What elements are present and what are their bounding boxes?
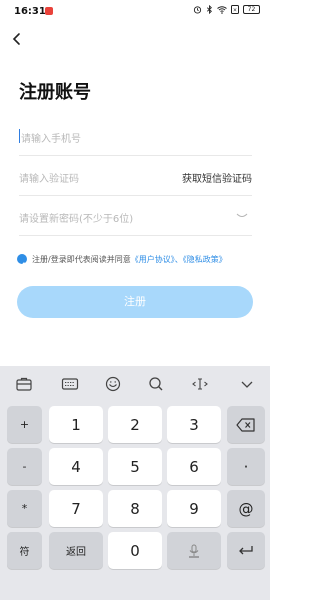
register-button[interactable]: 注册 [17, 286, 253, 318]
status-bar: 16:31 × 72 [0, 0, 270, 24]
check-icon [19, 262, 25, 267]
key-plus[interactable]: + [7, 406, 42, 443]
search-icon[interactable] [147, 376, 165, 392]
sim-icon: × [231, 5, 239, 14]
agreement-prefix: 注册/登录即代表阅读并同意 [32, 255, 131, 264]
emoji-icon[interactable] [104, 376, 122, 392]
keyboard-toolbar [0, 366, 270, 402]
microphone-icon [189, 544, 199, 557]
bluetooth-icon [206, 5, 212, 14]
key-multiply[interactable]: * [7, 490, 42, 527]
svg-text:×: × [233, 8, 237, 14]
app-notification-icon [45, 7, 53, 15]
password-placeholder: 请设置新密码(不少于6位) [19, 214, 134, 225]
code-field[interactable]: 请输入验证码 获取短信验证码 [19, 156, 252, 196]
cursor-move-icon[interactable] [191, 376, 209, 392]
agreement-text: 注册/登录即代表阅读并同意《用户协议》、《隐私政策》 [32, 254, 227, 265]
key-5[interactable]: 5 [108, 448, 162, 485]
key-0[interactable]: 0 [108, 532, 162, 569]
key-voice[interactable] [167, 532, 221, 569]
key-minus[interactable]: - [7, 448, 42, 485]
key-1[interactable]: 1 [49, 406, 103, 443]
password-field[interactable]: 请设置新密码(不少于6位) [19, 196, 252, 236]
agreement-row: 注册/登录即代表阅读并同意《用户协议》、《隐私政策》 [17, 253, 257, 267]
agree-checkbox[interactable] [17, 254, 27, 267]
key-7[interactable]: 7 [49, 490, 103, 527]
alarm-icon [193, 6, 202, 14]
key-dot[interactable]: · [227, 448, 265, 485]
key-back[interactable]: 返回 [49, 532, 103, 569]
key-3[interactable]: 3 [167, 406, 221, 443]
key-backspace[interactable] [227, 406, 265, 443]
privacy-policy-link[interactable]: 《隐私政策》 [183, 255, 227, 264]
chevron-down-icon[interactable] [238, 376, 256, 392]
numeric-keyboard: + 1 2 3 - 4 5 6 · * 7 8 9 @ / 符 返回 0 [0, 366, 270, 600]
key-at[interactable]: @ [227, 490, 265, 527]
user-agreement-link[interactable]: 《用户协议》 [131, 255, 175, 264]
phone-field[interactable]: 请输入手机号 [19, 116, 252, 156]
page-title: 注册账号 [19, 82, 91, 103]
back-arrow-icon[interactable] [8, 30, 26, 48]
text-cursor [19, 129, 20, 143]
keyboard-icon[interactable] [61, 376, 79, 392]
key-4[interactable]: 4 [49, 448, 103, 485]
eye-closed-icon[interactable] [236, 212, 248, 220]
enter-icon [239, 545, 253, 554]
status-icons: × 72 [193, 5, 260, 14]
key-8[interactable]: 8 [108, 490, 162, 527]
phone-placeholder: 请输入手机号 [21, 134, 81, 145]
key-6[interactable]: 6 [167, 448, 221, 485]
agreement-separator: 、 [174, 255, 183, 264]
key-9[interactable]: 9 [167, 490, 221, 527]
backspace-icon [236, 417, 255, 432]
key-fu[interactable]: 符 [7, 532, 42, 569]
briefcase-icon[interactable] [15, 376, 33, 392]
key-2[interactable]: 2 [108, 406, 162, 443]
wifi-icon [217, 5, 227, 14]
code-placeholder: 请输入验证码 [19, 174, 79, 185]
status-time: 16:31 [14, 6, 46, 17]
battery-icon: 72 [243, 5, 260, 14]
key-enter[interactable] [227, 532, 265, 569]
get-code-button[interactable]: 获取短信验证码 [182, 170, 252, 185]
